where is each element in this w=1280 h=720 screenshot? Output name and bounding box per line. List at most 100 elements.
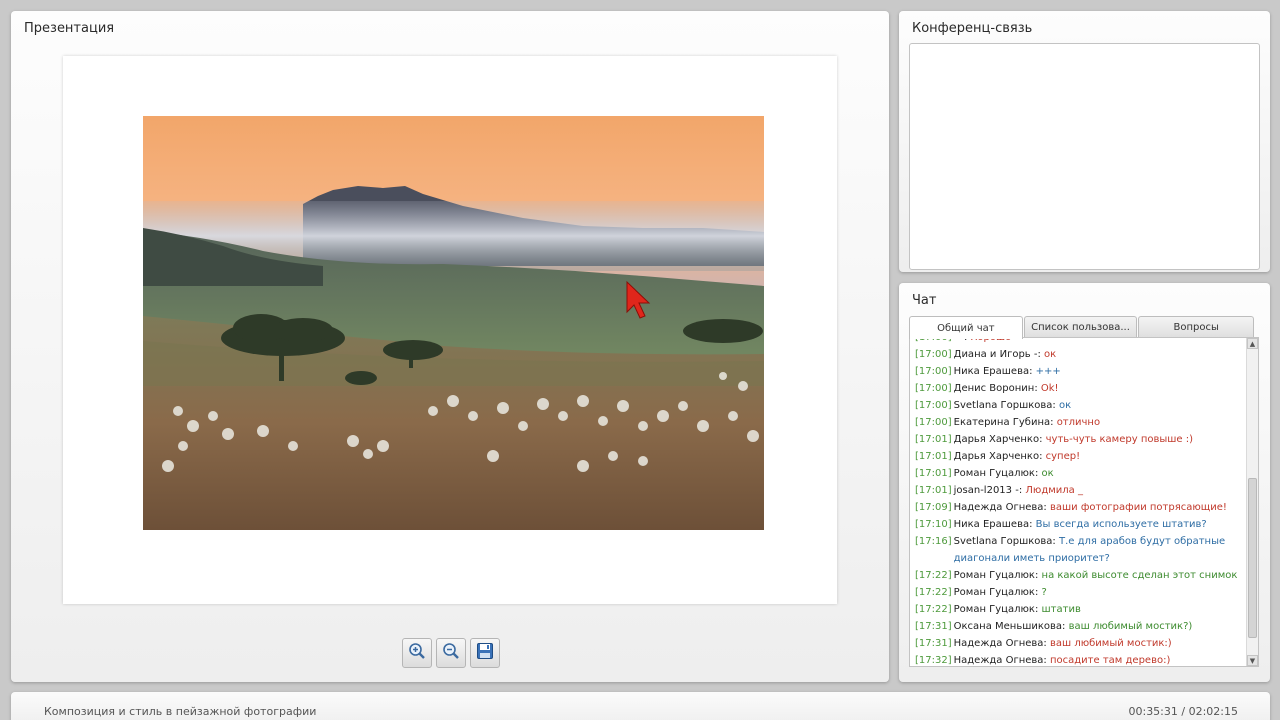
zoom-in-icon bbox=[408, 642, 426, 664]
chat-message: [17:01] Дарья Харченко: супер! bbox=[915, 448, 1244, 465]
message-author: Дарья Харченко: bbox=[953, 451, 1043, 462]
chat-message: [17:16] Svetlana Горшкова: Т.е для арабов… bbox=[915, 533, 1244, 567]
chat-message: [17:00] Денис Воронин: Ok! bbox=[915, 380, 1244, 397]
message-time: [17:00] bbox=[915, 366, 952, 377]
chat-panel: Чат Общий чат Список пользова... Вопросы… bbox=[899, 283, 1270, 682]
message-text: штатив bbox=[1041, 604, 1081, 615]
message-author: Ника Ерашева: bbox=[953, 366, 1033, 377]
message-body: Дарья Харченко: супер! bbox=[952, 448, 1080, 465]
message-text: ок bbox=[1058, 400, 1072, 411]
zoom-out-button[interactable] bbox=[436, 638, 466, 668]
scrollbar-thumb[interactable] bbox=[1248, 478, 1257, 638]
scroll-up-icon[interactable]: ▲ bbox=[1247, 338, 1258, 349]
message-time: [17:16] bbox=[915, 536, 952, 547]
message-author: josan-l2013 -: bbox=[953, 485, 1023, 496]
message-text: ваш любимый мостик?) bbox=[1068, 621, 1193, 632]
message-time: [17:10] bbox=[915, 519, 952, 530]
message-time: [17:01] bbox=[915, 485, 952, 496]
chat-message: [17:31] Надежда Огнева: ваш любимый мости… bbox=[915, 635, 1244, 652]
message-time: [17:31] bbox=[915, 638, 952, 649]
message-text: чуть-чуть камеру повыше :) bbox=[1045, 434, 1194, 445]
message-body: Роман Гуцалюк: штатив bbox=[952, 601, 1081, 618]
mouse-pointer-icon bbox=[625, 280, 651, 324]
message-author: Роман Гуцалюк: bbox=[953, 604, 1039, 615]
message-text: ? bbox=[1041, 587, 1047, 598]
chat-message: [17:32] Надежда Огнева: посадите там дере… bbox=[915, 652, 1244, 666]
message-time: [17:31] bbox=[915, 621, 952, 632]
conference-title: Конференц-связь bbox=[912, 21, 1033, 36]
message-body: Надежда Огнева: посадите там дерево:) bbox=[952, 652, 1171, 666]
webinar-title: Композиция и стиль в пейзажной фотографи… bbox=[44, 705, 317, 718]
message-body: Дарья Харченко: чуть-чуть камеру повыше … bbox=[952, 431, 1193, 448]
chat-message: [17:00] Екатерина Губина: отлично bbox=[915, 414, 1244, 431]
message-text: +++ bbox=[1035, 366, 1061, 377]
message-author: Диана и Игорь -: bbox=[953, 349, 1041, 360]
message-text: отлично bbox=[1056, 417, 1101, 428]
chat-messages: [17:00] - -: Хорошо [17:00] Диана и Игорь -… bbox=[910, 338, 1244, 666]
message-time: [17:22] bbox=[915, 587, 952, 598]
message-time: [17:00] bbox=[915, 349, 952, 360]
chat-scrollbar[interactable]: ▲ ▼ bbox=[1246, 338, 1258, 666]
message-author: Дарья Харченко: bbox=[953, 434, 1043, 445]
message-time: [17:01] bbox=[915, 468, 952, 479]
chat-message: [17:01] Роман Гуцалюк: ок bbox=[915, 465, 1244, 482]
message-text: ваши фотографии потрясающие! bbox=[1049, 502, 1227, 513]
message-time: [17:22] bbox=[915, 604, 952, 615]
slide bbox=[63, 56, 837, 604]
presentation-title: Презентация bbox=[24, 21, 115, 36]
message-author: Роман Гуцалюк: bbox=[953, 570, 1039, 581]
message-author: Ника Ерашева: bbox=[953, 519, 1033, 530]
scroll-down-icon[interactable]: ▼ bbox=[1247, 655, 1258, 666]
message-body: Svetlana Горшкова: Т.е для арабов будут … bbox=[952, 533, 1244, 567]
message-author: Svetlana Горшкова: bbox=[953, 400, 1056, 411]
message-author: Роман Гуцалюк: bbox=[953, 587, 1039, 598]
message-text: ок bbox=[1041, 468, 1054, 479]
message-body: Надежда Огнева: ваш любимый мостик:) bbox=[952, 635, 1172, 652]
chat-message: [17:01] Дарья Харченко: чуть-чуть камеру … bbox=[915, 431, 1244, 448]
message-body: Денис Воронин: Ok! bbox=[952, 380, 1059, 397]
tab-user-list[interactable]: Список пользова... bbox=[1023, 316, 1138, 338]
message-author: Svetlana Горшкова: bbox=[953, 536, 1056, 547]
message-text: ваш любимый мостик:) bbox=[1049, 638, 1172, 649]
chat-title: Чат bbox=[912, 293, 937, 308]
message-text: ок bbox=[1044, 349, 1057, 360]
chat-message-list[interactable]: [17:00] - -: Хорошо [17:00] Диана и Игорь -… bbox=[909, 337, 1259, 667]
message-time: [17:01] bbox=[915, 434, 952, 445]
chat-message: [17:10] Ника Ерашева: Вы всегда используе… bbox=[915, 516, 1244, 533]
chat-message: [17:00] Ника Ерашева: +++ bbox=[915, 363, 1244, 380]
message-text: Людмила _ bbox=[1025, 485, 1083, 496]
message-body: Svetlana Горшкова: ок bbox=[952, 397, 1072, 414]
chat-message: [17:22] Роман Гуцалюк: штатив bbox=[915, 601, 1244, 618]
message-text: на какой высоте сделан этот снимок bbox=[1041, 570, 1238, 581]
chat-message: [17:09] Надежда Огнева: ваши фотографии п… bbox=[915, 499, 1244, 516]
message-author: Надежда Огнева: bbox=[953, 502, 1047, 513]
message-body: Роман Гуцалюк: ? bbox=[952, 584, 1047, 601]
message-text: посадите там дерево:) bbox=[1049, 655, 1171, 666]
message-body: Оксана Меньшикова: ваш любимый мостик?) bbox=[952, 618, 1193, 635]
playback-time: 00:35:31 / 02:02:15 bbox=[1128, 705, 1238, 718]
save-button[interactable] bbox=[470, 638, 500, 668]
tab-general-chat[interactable]: Общий чат bbox=[909, 316, 1023, 339]
chat-message: [17:00] Диана и Игорь -: ок bbox=[915, 346, 1244, 363]
message-author: Оксана Меньшикова: bbox=[953, 621, 1066, 632]
conference-video-area bbox=[909, 43, 1260, 270]
message-time: [17:00] bbox=[915, 383, 952, 394]
zoom-in-button[interactable] bbox=[402, 638, 432, 668]
message-author: Надежда Огнева: bbox=[953, 655, 1047, 666]
message-body: Диана и Игорь -: ок bbox=[952, 346, 1057, 363]
chat-message: [17:22] Роман Гуцалюк: на какой высоте сд… bbox=[915, 567, 1244, 584]
presentation-toolbar bbox=[402, 638, 500, 668]
chat-tabs: Общий чат Список пользова... Вопросы bbox=[909, 316, 1255, 339]
message-author: Надежда Огнева: bbox=[953, 638, 1047, 649]
message-time: [17:22] bbox=[915, 570, 952, 581]
chat-message: [17:22] Роман Гуцалюк: ? bbox=[915, 584, 1244, 601]
chat-message: [17:31] Оксана Меньшикова: ваш любимый мо… bbox=[915, 618, 1244, 635]
message-time: [17:32] bbox=[915, 655, 952, 666]
chat-message: [17:00] Svetlana Горшкова: ок bbox=[915, 397, 1244, 414]
zoom-out-icon bbox=[442, 642, 460, 664]
message-body: Роман Гуцалюк: на какой высоте сделан эт… bbox=[952, 567, 1238, 584]
message-time: [17:00] bbox=[915, 417, 952, 428]
message-body: Ника Ерашева: Вы всегда используете штат… bbox=[952, 516, 1207, 533]
message-author: Денис Воронин: bbox=[953, 383, 1038, 394]
tab-questions[interactable]: Вопросы bbox=[1138, 316, 1254, 338]
